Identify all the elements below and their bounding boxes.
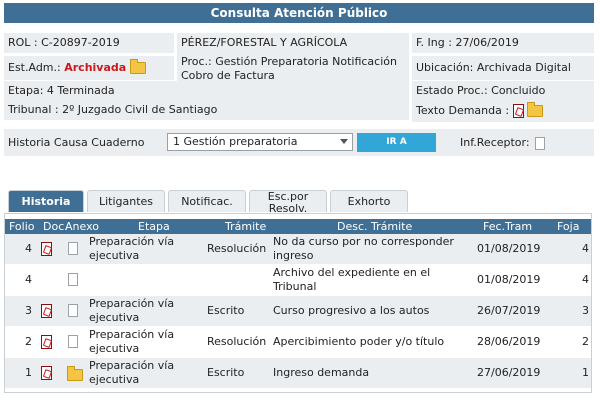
inf-receptor: Inf.Receptor: [460,136,546,150]
tab-exhorto[interactable]: Exhorto [330,190,408,212]
col-fec-tram: Fec.Tram [483,220,533,233]
est-adm-field: Est.Adm.: Archivada [4,56,174,80]
page-title: Consulta Atención Público [4,3,594,23]
pdf-icon[interactable] [41,366,52,380]
rol-field: ROL : C-20897-2019 [4,33,174,53]
texto-demanda-field: Texto Demanda : [412,100,594,122]
foja-cell: 2 [582,335,589,348]
col-foja: Foja [557,220,580,233]
historia-cuaderno-label: Historia Causa Cuaderno [8,136,145,149]
est-adm-label: Est.Adm.: [8,61,61,74]
ir-a-cuaderno-button[interactable]: IR A CUADERNO [357,133,436,166]
folder-icon[interactable] [129,59,146,74]
table-row: 4 Preparación vía ejecutiva Resolución N… [5,234,591,264]
col-folio: Folio [9,220,35,233]
cuaderno-select-value: 1 Gestión preparatoria [173,135,298,148]
col-desc-tramite: Desc. Trámite [337,220,413,233]
fecha-cell: 27/06/2019 [477,366,541,379]
folio-cell: 4 [25,242,32,255]
est-adm-value: Archivada [64,61,127,74]
fecha-cell: 01/08/2019 [477,273,541,286]
col-tramite: Trámite [225,220,267,233]
desc-cell: Ingreso demanda [273,366,370,379]
chevron-down-icon [340,139,348,144]
foja-cell: 3 [582,304,589,317]
table-row: 1 Preparación vía ejecutiva Escrito Ingr… [5,358,591,388]
foja-cell: 4 [582,273,589,286]
table-row: 2 Preparación vía ejecutiva Resolución A… [5,327,591,357]
folio-cell: 3 [25,304,32,317]
fecha-ingreso-field: F. Ing : 27/06/2019 [412,33,594,53]
tab-escritos-por-resolver[interactable]: Esc.por Resolv. [249,190,327,215]
etapa-cell: Preparación vía ejecutiva [89,297,175,324]
tribunal-field: Tribunal : 2º Juzgado Civil de Santiago [4,100,409,120]
folder-icon[interactable] [527,102,544,117]
parties-field: PÉREZ/FORESTAL Y AGRÍCOLA [177,33,409,53]
tramite-cell: Resolución [207,242,267,255]
pdf-icon[interactable] [512,104,524,118]
pdf-icon[interactable] [41,242,52,256]
desc-cell: Apercibimiento poder y/o título [273,335,445,348]
inf-receptor-label: Inf.Receptor: [460,136,530,149]
tramite-cell: Escrito [207,366,245,379]
tramite-cell: Resolución [207,335,267,348]
foja-cell: 4 [582,242,589,255]
folio-cell: 4 [25,273,32,286]
folder-icon[interactable] [67,366,83,381]
desc-cell: No da curso por no corresponder ingreso [273,235,454,262]
proc-field: Proc.: Gestión Preparatoria Notificación… [177,53,409,84]
etapa-cell: Preparación vía ejecutiva [89,235,175,262]
texto-demanda-label: Texto Demanda : [416,104,510,117]
table-header: Folio Doc. Anexo Etapa Trámite Desc. Trá… [5,219,591,234]
tab-litigantes[interactable]: Litigantes [87,190,165,212]
fecha-cell: 28/06/2019 [477,335,541,348]
tab-notificaciones[interactable]: Notificac. [168,190,246,212]
table-row: 4 Archivo del expediente en el Tribunal … [5,265,591,295]
tab-historia[interactable]: Historia [8,190,84,212]
document-icon[interactable] [535,136,546,150]
desc-cell: Curso progresivo a los autos [273,304,430,317]
etapa-cell: Preparación vía ejecutiva [89,328,175,355]
etapa-cell: Preparación vía ejecutiva [89,359,175,386]
pdf-icon[interactable] [41,304,52,318]
ubicacion-field: Ubicación: Archivada Digital [412,56,594,80]
cuaderno-select[interactable]: 1 Gestión preparatoria [167,133,353,151]
proc-line-1: Proc.: Gestión Preparatoria Notificación [181,55,397,68]
document-icon[interactable] [68,273,78,286]
estado-proc-field: Estado Proc.: Concluido [412,81,594,101]
pdf-icon[interactable] [41,335,52,349]
folio-cell: 2 [25,335,32,348]
col-etapa: Etapa [138,220,170,233]
fecha-cell: 26/07/2019 [477,304,541,317]
fecha-cell: 01/08/2019 [477,242,541,255]
folio-cell: 1 [25,366,32,379]
document-icon[interactable] [68,304,78,317]
table-row: 3 Preparación vía ejecutiva Escrito Curs… [5,296,591,326]
etapa-field: Etapa: 4 Terminada [4,81,409,101]
foja-cell: 1 [582,366,589,379]
document-icon[interactable] [68,335,78,348]
desc-cell: Archivo del expediente en el Tribunal [273,266,431,293]
document-icon[interactable] [68,242,78,255]
tramite-cell: Escrito [207,304,245,317]
col-anexo: Anexo [65,220,99,233]
